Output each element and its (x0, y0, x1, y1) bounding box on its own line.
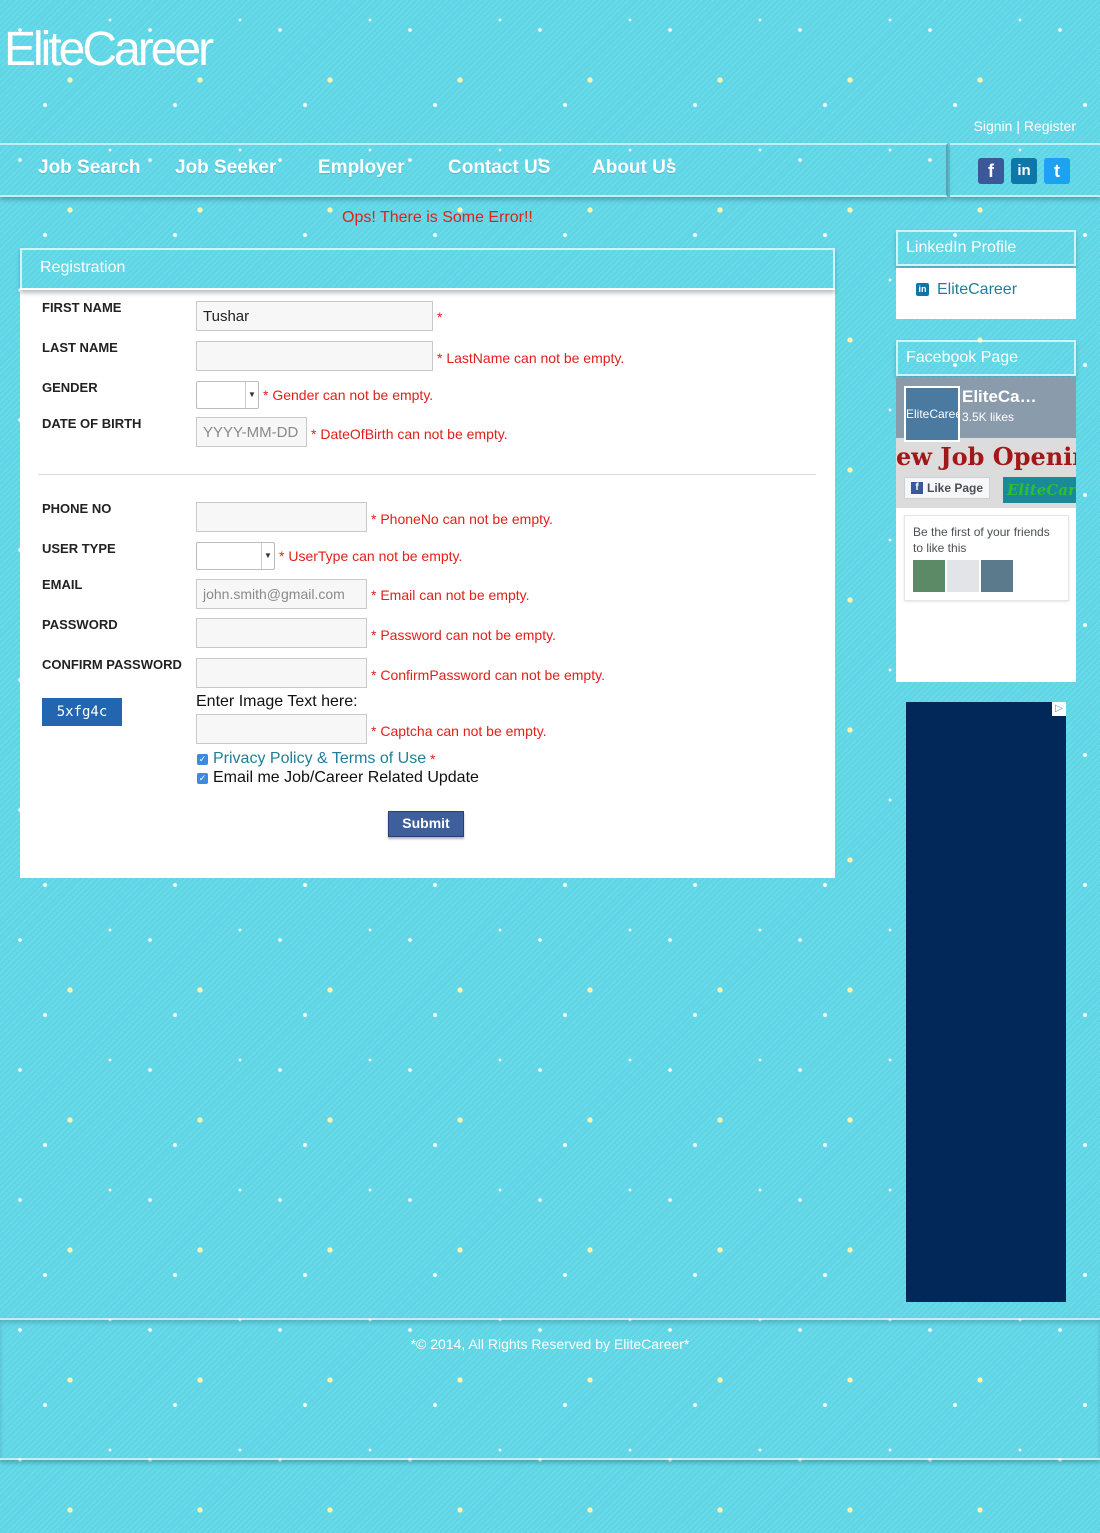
nav-job-search[interactable]: Job Search (38, 157, 140, 179)
like-page-button[interactable]: f Like Page (904, 477, 990, 499)
friend-avatar[interactable] (947, 560, 979, 592)
nav-contact-us[interactable]: Contact US (448, 157, 550, 179)
page-likes: 3.5K likes (962, 410, 1015, 424)
linkedin-small-icon: in (916, 283, 929, 296)
dob-label: DATE OF BIRTH (42, 416, 142, 431)
friend-avatar[interactable] (913, 560, 945, 592)
confirm-password-label: CONFIRM PASSWORD (42, 657, 182, 672)
email-error: * Email can not be empty. (371, 587, 530, 603)
footer: *© 2014, All Rights Reserved by EliteCar… (0, 1318, 1100, 1460)
updates-checkbox[interactable]: ✓ (197, 773, 208, 784)
linkedin-box: in EliteCareer (896, 268, 1076, 319)
captcha-prompt: Enter Image Text here: (196, 693, 358, 710)
privacy-policy-link[interactable]: Privacy Policy & Terms of Use (213, 750, 426, 768)
facebook-icon[interactable]: f (978, 158, 1004, 184)
site-logo[interactable]: EliteCareer (4, 20, 214, 80)
facebook-icon: f (911, 482, 923, 494)
auth-links: Signin | Register (974, 118, 1076, 134)
email-label: EMAIL (42, 577, 83, 592)
first-name-input[interactable]: Tushar (196, 301, 433, 331)
page-name[interactable]: EliteCa… (962, 387, 1037, 407)
cover-banner-text: ew Job Openin (896, 442, 1076, 471)
nav-job-seeker[interactable]: Job Seeker (175, 157, 276, 179)
privacy-checkbox[interactable]: ✓ (197, 754, 208, 765)
password-error: * Password can not be empty. (371, 627, 556, 643)
gender-error: * Gender can not be empty. (263, 387, 434, 403)
captcha-error: * Captcha can not be empty. (371, 723, 547, 739)
cover-brand: EliteCar (1003, 477, 1076, 503)
last-name-label: LAST NAME (42, 340, 118, 355)
like-page-label: Like Page (927, 481, 984, 495)
social-links: f in t (950, 143, 1100, 197)
submit-button[interactable]: Submit (388, 811, 464, 837)
auth-separator: | (1016, 118, 1020, 134)
gender-select[interactable]: ▼ (196, 381, 259, 409)
nav-about-us[interactable]: About Us (592, 157, 676, 179)
facebook-widget: EliteCareer EliteCa… 3.5K likes ew Job O… (896, 378, 1076, 682)
last-name-error: * LastName can not be empty. (437, 350, 625, 366)
panel-title: Registration (40, 259, 126, 276)
chevron-down-icon: ▼ (245, 382, 258, 408)
email-input[interactable]: john.smith@gmail.com (196, 579, 367, 609)
privacy-required: * (430, 751, 436, 767)
user-type-error: * UserType can not be empty. (279, 548, 463, 564)
dob-error: * DateOfBirth can not be empty. (311, 426, 508, 442)
confirm-password-error: * ConfirmPassword can not be empty. (371, 667, 605, 683)
gender-label: GENDER (42, 380, 98, 395)
nav-employer[interactable]: Employer (318, 157, 405, 179)
dob-input[interactable]: YYYY-MM-DD (196, 417, 307, 447)
main-nav: Job Search Job Seeker Employer Contact U… (0, 143, 948, 197)
facebook-cover: EliteCareer EliteCa… 3.5K likes ew Job O… (896, 378, 1076, 508)
password-input[interactable] (196, 618, 367, 648)
facebook-header: Facebook Page (896, 340, 1076, 376)
friend-avatar[interactable] (981, 560, 1013, 592)
last-name-input[interactable] (196, 341, 433, 371)
registration-panel: Registration FIRST NAME Tushar * LAST NA… (20, 248, 835, 878)
captcha-image: 5xfg4c (42, 698, 122, 726)
panel-header: Registration (20, 248, 835, 290)
page-logo[interactable]: EliteCareer (904, 386, 960, 442)
ad-choices-icon[interactable]: ▷ (1052, 702, 1066, 716)
signin-link[interactable]: Signin (974, 118, 1013, 134)
footer-copyright: *© 2014, All Rights Reserved by EliteCar… (410, 1336, 690, 1352)
friends-box: Be the first of your friends to like thi… (904, 515, 1069, 601)
user-type-label: USER TYPE (42, 541, 116, 556)
phone-input[interactable] (196, 502, 367, 532)
password-label: PASSWORD (42, 617, 118, 632)
twitter-icon[interactable]: t (1044, 158, 1070, 184)
friends-text: Be the first of your friends to like thi… (913, 525, 1050, 555)
form-divider (38, 474, 816, 475)
linkedin-icon[interactable]: in (1011, 158, 1037, 184)
confirm-password-input[interactable] (196, 658, 367, 688)
error-banner: Ops! There is Some Error!! (342, 209, 533, 226)
first-name-required: * (437, 309, 443, 325)
linkedin-header: LinkedIn Profile (896, 230, 1076, 266)
captcha-input[interactable] (196, 714, 367, 744)
register-link[interactable]: Register (1024, 118, 1076, 134)
chevron-down-icon: ▼ (261, 543, 274, 569)
user-type-select[interactable]: ▼ (196, 542, 275, 570)
phone-label: PHONE NO (42, 501, 112, 516)
first-name-label: FIRST NAME (42, 300, 122, 315)
advertisement[interactable]: ▷ (906, 702, 1066, 1302)
phone-error: * PhoneNo can not be empty. (371, 511, 553, 527)
updates-label: Email me Job/Career Related Update (213, 769, 479, 786)
linkedin-profile-link[interactable]: EliteCareer (937, 281, 1017, 299)
